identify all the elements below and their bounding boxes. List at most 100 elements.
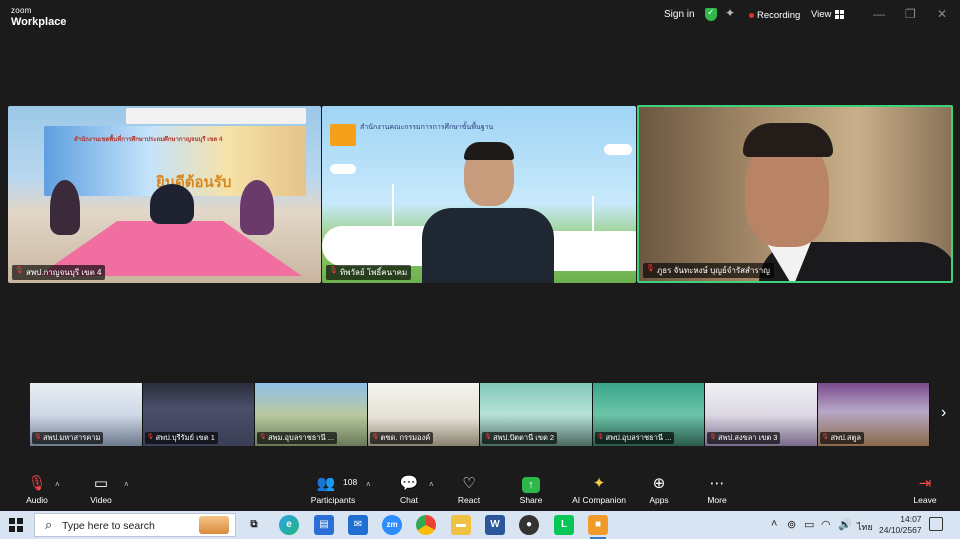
maximize-icon[interactable]: ❐ [905, 7, 916, 21]
battery-icon[interactable]: ▭ [804, 518, 814, 531]
video-button[interactable]: ▭ Video [88, 474, 114, 505]
word-icon[interactable]: W [485, 515, 505, 535]
participant-name: สพม.อุบลราชธานี ... [268, 433, 334, 442]
zoom-logo: zoom Workplace [11, 4, 66, 28]
thumbnail-tile[interactable]: 🎙 สพป.บุรีรัมย์ เขต 1 [142, 383, 255, 446]
sign-in-link[interactable]: Sign in [664, 9, 695, 20]
thumbnail-tile[interactable]: 🎙 สพป.ปัตตานี เขต 2 [480, 383, 593, 446]
chevron-up-icon[interactable]: ˄ [771, 518, 777, 530]
chat-icon: 💬 [399, 475, 419, 492]
heart-icon: ♡ [462, 475, 476, 492]
participant-name: สพป.สงขลา เขต 3 [718, 433, 778, 442]
chat-button[interactable]: 💬 Chat [396, 474, 422, 505]
react-button[interactable]: ♡ React [456, 474, 482, 505]
wifi-icon[interactable]: ◠ [821, 518, 831, 531]
close-icon[interactable]: ✕ [937, 7, 947, 21]
participant-name: ตชด. กรรมองค์ [380, 433, 431, 442]
line-app-icon[interactable]: L [554, 515, 574, 535]
view-button[interactable]: View [811, 9, 831, 20]
apps-button[interactable]: ⊕ Apps [646, 474, 672, 505]
apps-icon: ⊕ [652, 475, 666, 492]
chat-label: Chat [400, 495, 418, 505]
background-cloud [604, 144, 632, 155]
banner-header [126, 108, 306, 124]
thumbnail-tile[interactable]: 🎙 สพป.อุบลราชธานี ... [592, 383, 705, 446]
participants-count: 108 [343, 477, 358, 487]
thumbnail-tile[interactable]: 🎙 สพป.มหาสารคาม [30, 383, 143, 446]
participant-name: สพป.กาญจนบุรี เขต 4 [26, 268, 102, 277]
mic-muted-icon: 🎙 [821, 434, 830, 440]
network-icon[interactable]: ⊚ [787, 518, 796, 531]
grid-icon[interactable] [835, 10, 844, 19]
participant-name-label: 🎙 สพม.อุบลราชธานี ... [257, 432, 337, 444]
share-icon: ↑ [518, 474, 544, 494]
video-tile[interactable]: สำนักงานคณะกรรมการการศึกษาขั้นพื้นฐาน 🎙 … [322, 106, 636, 283]
minimize-icon[interactable]: — [873, 7, 885, 21]
record-app-icon[interactable]: ● [519, 515, 539, 535]
mic-muted-icon: 🎙 [371, 434, 380, 440]
sparkle-icon[interactable]: ✦ [725, 6, 735, 20]
background-cloud [330, 164, 356, 174]
windmill-graphic [592, 196, 594, 251]
mic-muted-icon: 🎙 [34, 434, 42, 440]
video-tile[interactable]: สำนักงานเขตพื้นที่การศึกษาประถมศึกษากาญจ… [8, 106, 321, 283]
clock-time: 14:07 [900, 514, 922, 524]
logo-zoom-text: zoom [11, 6, 32, 15]
camera-icon: ▭ [93, 475, 109, 492]
taskbar-search-box[interactable]: ⌕ Type here to search [34, 513, 236, 537]
more-button[interactable]: ⋯ More [704, 474, 730, 505]
participant-name: ทิพวัลย์ โพธิ์คนาคม [340, 268, 408, 277]
chrome-icon[interactable] [416, 515, 436, 535]
background-title: สำนักงานคณะกรรมการการศึกษาขั้นพื้นฐาน [360, 124, 494, 131]
chevron-up-icon[interactable]: ˄ [55, 480, 60, 489]
chevron-up-icon[interactable]: ˄ [124, 480, 129, 489]
obec-logo [330, 124, 356, 146]
participant-body [422, 208, 554, 283]
recording-status[interactable]: Recording [749, 10, 800, 21]
volume-icon[interactable]: 🔊 [838, 518, 852, 531]
taskbar-clock[interactable]: 14:07 24/10/2567 [879, 514, 922, 536]
audio-button[interactable]: 🎙 Audio [24, 474, 50, 505]
thumbnail-tile[interactable]: 🎙 สพป.สตูล [817, 383, 930, 446]
thumbnail-tile[interactable]: 🎙 สพป.สงขลา เขต 3 [705, 383, 818, 446]
active-speaker-tile[interactable]: 🎙 ภูธร จันทะหงษ์ บุญย์จำรัสสำราญ [637, 105, 953, 283]
share-button[interactable]: ↑ Share [518, 474, 544, 505]
banner-small-text: สำนักงานเขตพื้นที่การศึกษาประถมศึกษากาญจ… [74, 137, 223, 143]
thumbnail-tile[interactable]: 🎙 ตชด. กรรมองค์ [367, 383, 480, 446]
participant-figure [50, 180, 80, 235]
chevron-right-icon[interactable]: › [941, 404, 946, 422]
zoom-window: zoom Workplace Sign in ✦ Recording View … [0, 0, 960, 511]
task-view-icon[interactable]: ⧉ [244, 515, 264, 535]
apps-label: Apps [649, 495, 669, 505]
leave-button[interactable]: ⇥ Leave [912, 474, 938, 505]
shield-check-icon[interactable] [705, 7, 717, 21]
participant-name: สพป.สตูล [830, 433, 861, 442]
notification-icon[interactable] [929, 517, 943, 531]
mic-muted-icon: 🎙 [646, 265, 655, 272]
search-highlight-image[interactable] [199, 516, 229, 534]
file-explorer-icon[interactable]: ▬ [451, 515, 471, 535]
participant-hair [464, 142, 514, 160]
store-icon[interactable]: ▤ [314, 515, 334, 535]
language-indicator[interactable]: ไทย [857, 520, 873, 534]
chevron-up-icon[interactable]: ˄ [366, 480, 371, 489]
leave-label: Leave [913, 495, 937, 505]
participant-name-label: 🎙 สพป.มหาสารคาม [32, 432, 104, 444]
participant-name-label: 🎙 สพป.ปัตตานี เขต 2 [482, 432, 558, 444]
ai-companion-button[interactable]: ✦ AI Companion [570, 474, 628, 505]
mic-muted-icon: 🎙 [596, 434, 605, 440]
edge-icon[interactable]: e [279, 515, 299, 535]
participants-label: Participants [310, 495, 356, 505]
participant-name-label: 🎙 สพป.บุรีรัมย์ เขต 1 [144, 432, 218, 444]
mail-icon[interactable]: ✉ [348, 515, 368, 535]
windows-start-icon[interactable] [9, 518, 23, 532]
participant-name-label: 🎙 สพป.กาญจนบุรี เขต 4 [12, 265, 106, 280]
chevron-up-icon[interactable]: ˄ [429, 480, 434, 489]
zoom-app-icon[interactable]: zm [382, 515, 402, 535]
participant-name: สพป.มหาสารคาม [43, 433, 101, 442]
video-label: Video [90, 495, 112, 505]
thumbnail-strip: 🎙 สพป.มหาสารคาม 🎙 สพป.บุรีรัมย์ เขต 1 🎙 สพม… [30, 383, 930, 446]
active-app-icon[interactable]: ■ [588, 515, 608, 539]
participant-name: สพป.อุบลราชธานี ... [605, 433, 672, 442]
thumbnail-tile[interactable]: 🎙 สพม.อุบลราชธานี ... [255, 383, 368, 446]
